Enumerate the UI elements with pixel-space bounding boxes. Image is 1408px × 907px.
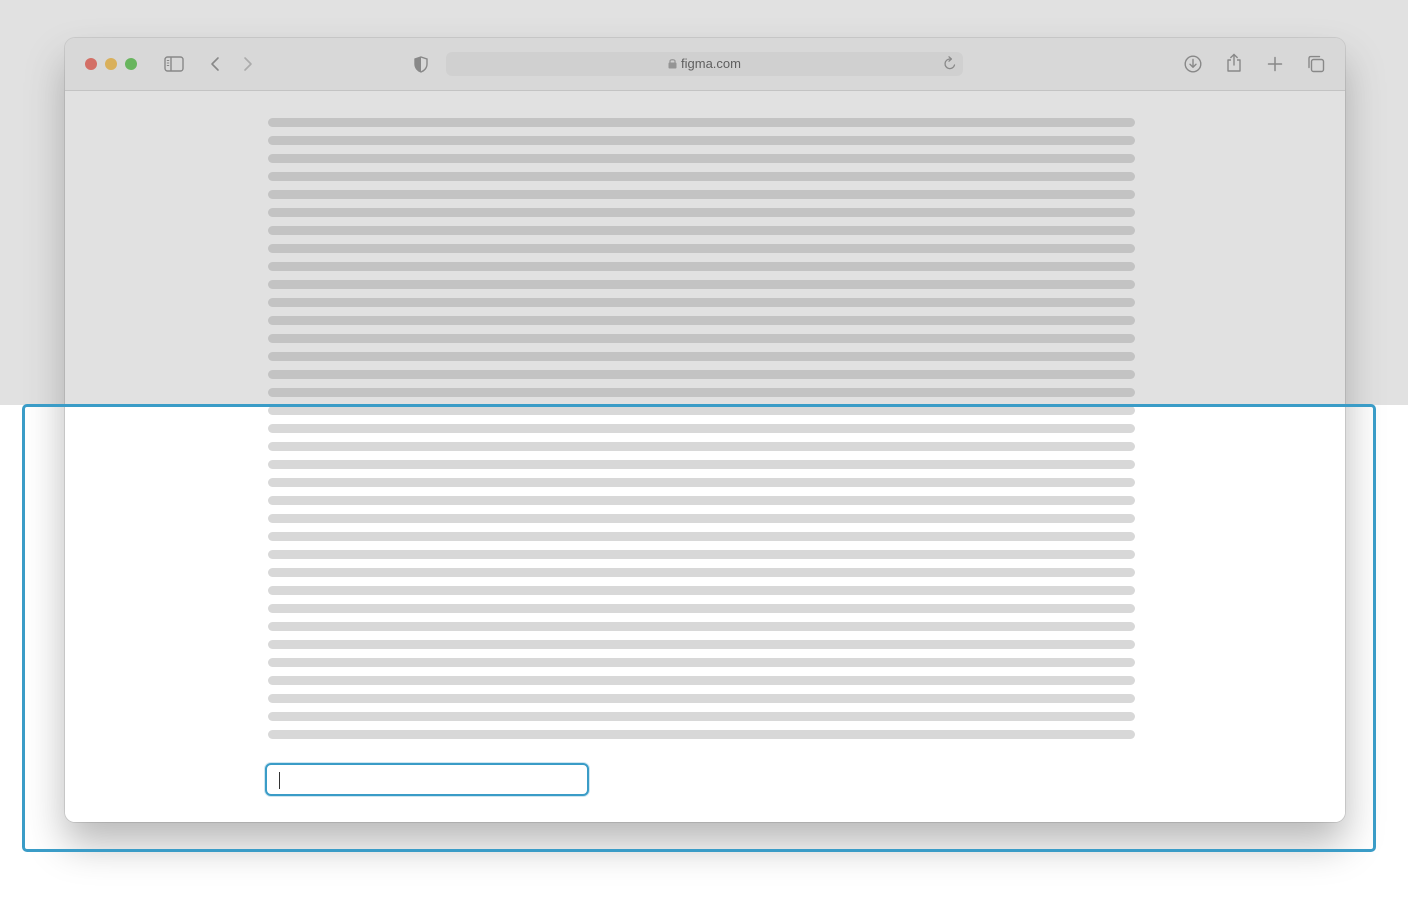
placeholder-text-line: [268, 352, 1135, 361]
lock-icon: [668, 59, 677, 69]
browser-window: figma.com: [65, 38, 1345, 822]
placeholder-text-line: [268, 478, 1135, 487]
placeholder-text-line: [268, 532, 1135, 541]
placeholder-text-line: [268, 604, 1135, 613]
placeholder-text-line: [268, 370, 1135, 379]
address-text-wrapper: figma.com: [446, 52, 963, 76]
placeholder-text-line: [268, 208, 1135, 217]
sidebar-toggle-button[interactable]: [163, 54, 185, 74]
text-input[interactable]: [265, 763, 589, 796]
address-url: figma.com: [681, 56, 741, 71]
zoom-window-button[interactable]: [125, 58, 137, 70]
placeholder-text-line: [268, 712, 1135, 721]
reload-button[interactable]: [943, 56, 957, 76]
placeholder-text-line: [268, 388, 1135, 397]
tab-overview-button[interactable]: [1306, 54, 1326, 74]
new-tab-button[interactable]: [1265, 54, 1285, 74]
plus-icon: [1267, 56, 1283, 72]
placeholder-text-line: [268, 226, 1135, 235]
chevron-left-icon: [211, 57, 219, 71]
privacy-report-button[interactable]: [412, 54, 430, 74]
placeholder-text-line: [268, 586, 1135, 595]
placeholder-text-line: [268, 406, 1135, 415]
placeholder-text-line: [268, 676, 1135, 685]
placeholder-text-line: [268, 298, 1135, 307]
share-icon: [1227, 53, 1241, 72]
minimize-window-button[interactable]: [105, 58, 117, 70]
text-caret: [279, 772, 280, 789]
share-button[interactable]: [1224, 52, 1244, 74]
address-bar[interactable]: figma.com: [446, 52, 963, 76]
shield-icon: [414, 55, 428, 73]
placeholder-text-line: [268, 460, 1135, 469]
placeholder-text-line: [268, 424, 1135, 433]
download-icon: [1184, 55, 1202, 73]
placeholder-text-line: [268, 658, 1135, 667]
page-content: [65, 91, 1345, 822]
placeholder-text-line: [268, 280, 1135, 289]
placeholder-text-line: [268, 316, 1135, 325]
placeholder-text-line: [268, 172, 1135, 181]
placeholder-text-line: [268, 334, 1135, 343]
reload-icon: [944, 56, 956, 70]
chevron-right-icon: [244, 57, 252, 71]
placeholder-text-line: [268, 136, 1135, 145]
placeholder-text-line: [268, 244, 1135, 253]
sidebar-toggle-icon: [164, 56, 184, 72]
placeholder-text-line: [268, 550, 1135, 559]
placeholder-text-line: [268, 496, 1135, 505]
placeholder-text-line: [268, 514, 1135, 523]
forward-button[interactable]: [239, 54, 257, 74]
placeholder-text-line: [268, 622, 1135, 631]
placeholder-text-line: [268, 442, 1135, 451]
placeholder-text-line: [268, 694, 1135, 703]
placeholder-text-line: [268, 118, 1135, 127]
browser-toolbar: figma.com: [65, 38, 1345, 91]
back-button[interactable]: [206, 54, 224, 74]
placeholder-text-line: [268, 190, 1135, 199]
close-window-button[interactable]: [85, 58, 97, 70]
placeholder-text-block: [268, 118, 1135, 748]
tab-overview-icon: [1308, 55, 1325, 73]
downloads-button[interactable]: [1183, 53, 1203, 75]
placeholder-text-line: [268, 262, 1135, 271]
placeholder-text-line: [268, 730, 1135, 739]
placeholder-text-line: [268, 154, 1135, 163]
placeholder-text-line: [268, 640, 1135, 649]
placeholder-text-line: [268, 568, 1135, 577]
